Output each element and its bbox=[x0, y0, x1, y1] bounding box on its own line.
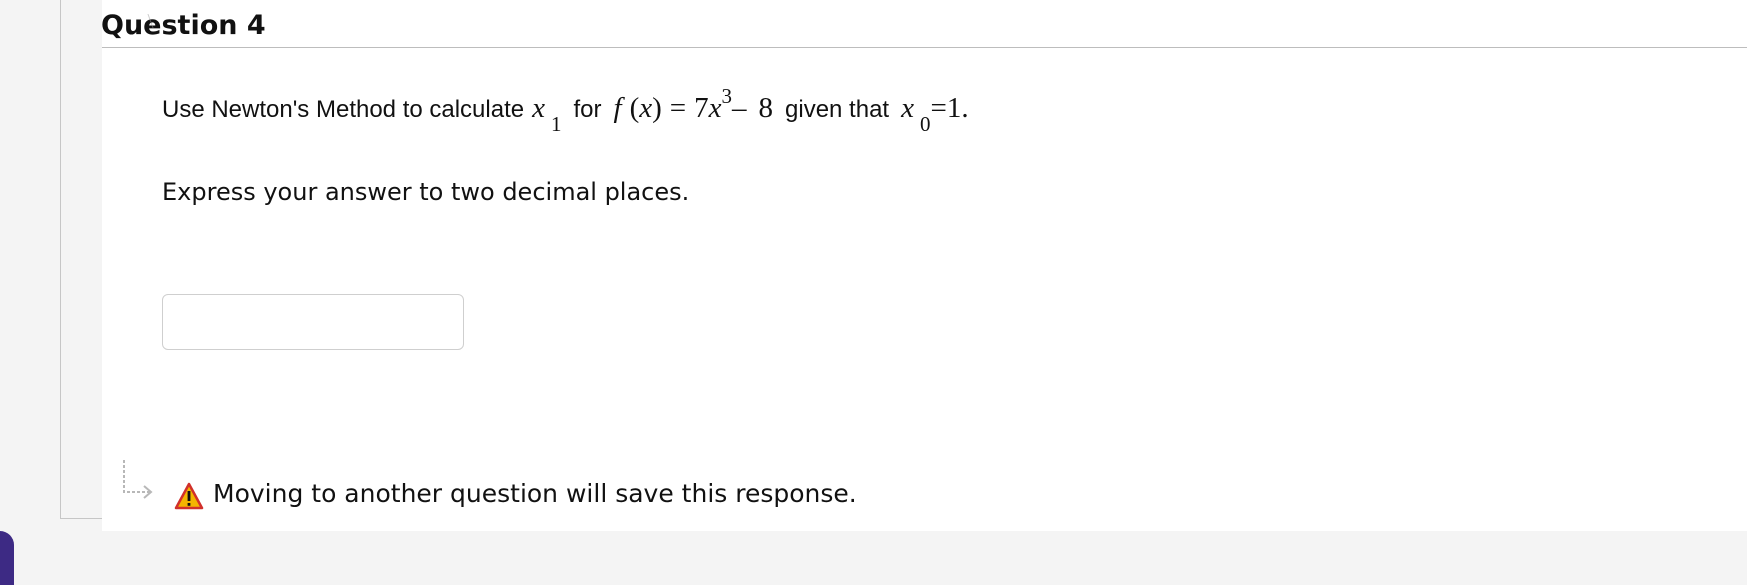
window-corner-accent bbox=[0, 531, 14, 585]
prompt-for-text: for bbox=[573, 96, 602, 123]
math-sub-0: 0 bbox=[919, 112, 931, 136]
math-constant-term: –8 bbox=[732, 92, 774, 124]
math-var-x1: x bbox=[532, 92, 545, 124]
question-header bbox=[102, 0, 1747, 48]
answer-input[interactable] bbox=[162, 294, 464, 350]
math-function-expression: f (x) = 7x bbox=[613, 92, 722, 124]
math-initial-value: =1. bbox=[930, 92, 969, 124]
question-prompt: Use Newton's Method to calculate x 1for f (x… bbox=[162, 84, 969, 142]
arrow-return-icon bbox=[123, 460, 153, 499]
prompt-given-text: given that bbox=[785, 96, 890, 123]
question-title: Question 4 bbox=[101, 10, 266, 41]
save-response-notice: Moving to another question will save thi… bbox=[213, 479, 857, 508]
answer-instruction: Express your answer to two decimal place… bbox=[162, 178, 690, 206]
left-frame-rule bbox=[60, 0, 61, 519]
math-var-x0: x bbox=[901, 92, 914, 124]
math-sub-1: 1 bbox=[550, 112, 562, 136]
question-content-panel bbox=[102, 0, 1747, 531]
footer-strip bbox=[0, 531, 1747, 585]
left-frame-foot bbox=[60, 518, 102, 519]
math-exponent: 3 bbox=[721, 84, 733, 108]
prompt-lead-text: Use Newton's Method to calculate bbox=[162, 96, 525, 123]
warning-icon bbox=[174, 482, 204, 510]
